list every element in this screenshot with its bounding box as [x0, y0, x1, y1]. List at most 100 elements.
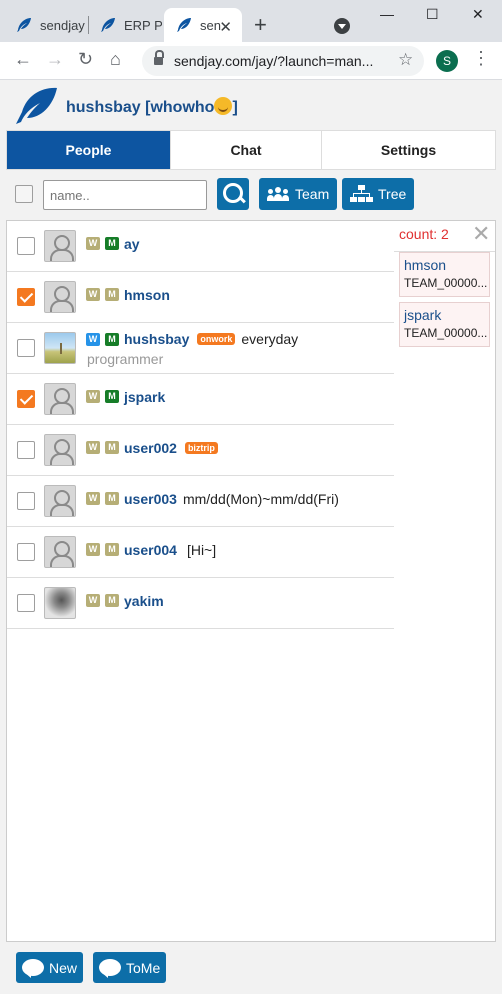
avatar[interactable]	[44, 536, 76, 568]
more-menu-icon[interactable]: ⋮	[472, 48, 490, 69]
user-title: hushsbay [whowho]	[66, 97, 238, 116]
new-chat-button[interactable]: New	[16, 952, 84, 983]
mobile-badge: M	[105, 333, 119, 346]
list-item[interactable]: W M hushsbay onwork everyday programmer	[7, 323, 394, 374]
row-checkbox[interactable]	[17, 339, 35, 357]
tree-button[interactable]: Tree	[342, 178, 415, 210]
status-badges: W M	[86, 390, 124, 403]
row-checkbox[interactable]	[17, 492, 35, 510]
avatar[interactable]	[44, 383, 76, 415]
list-item[interactable]: W M jspark	[7, 374, 394, 425]
row-checkbox[interactable]	[17, 390, 35, 408]
status-message: [Hi~]	[186, 542, 217, 558]
list-item[interactable]: W M ay	[7, 221, 394, 272]
app-header: hushsbay [whowho]	[0, 80, 502, 130]
user-name[interactable]: jspark	[124, 389, 165, 405]
web-badge: W	[86, 288, 100, 301]
status-message: everyday	[241, 331, 299, 347]
chat-bubble-icon	[22, 959, 44, 978]
browser-tab-1[interactable]: sendjay	[4, 8, 88, 42]
tab-people[interactable]: People	[7, 131, 171, 169]
web-badge: W	[86, 594, 100, 607]
avatar[interactable]	[44, 485, 76, 517]
web-badge: W	[86, 333, 100, 346]
new-tab-icon[interactable]: +	[254, 12, 267, 38]
avatar[interactable]	[44, 281, 76, 313]
back-icon[interactable]: ←	[14, 49, 32, 70]
reload-icon[interactable]: ↻	[78, 49, 93, 70]
browser-tab-title: ERP Po	[124, 17, 162, 33]
tome-button[interactable]: ToMe	[93, 952, 167, 983]
select-all-checkbox[interactable]	[15, 185, 33, 203]
url-text: sendjay.com/jay/?launch=man...	[174, 53, 374, 69]
chat-bubble-icon	[99, 959, 121, 978]
feather-logo-icon	[16, 87, 57, 124]
forward-icon[interactable]: →	[46, 49, 64, 70]
bookmark-star-icon[interactable]: ☆	[398, 50, 413, 70]
list-item[interactable]: W M hmson	[7, 272, 394, 323]
row-checkbox[interactable]	[17, 288, 35, 306]
search-button[interactable]	[217, 178, 249, 210]
list-item[interactable]: W M user004 [Hi~]	[7, 527, 394, 578]
tab-search-icon[interactable]	[334, 18, 350, 34]
avatar[interactable]	[44, 332, 76, 364]
avatar[interactable]	[44, 230, 76, 262]
user-name[interactable]: user003 mm/dd(Mon)~mm/dd(Fri)	[124, 491, 339, 507]
user-name[interactable]: yakim	[124, 593, 164, 609]
user-name-text: hushsbay	[124, 331, 190, 347]
avatar[interactable]	[44, 434, 76, 466]
tome-label: ToMe	[126, 959, 161, 976]
selected-count: count: 2	[399, 226, 449, 242]
app-root: hushsbay [whowho] People Chat Settings T…	[0, 80, 502, 994]
list-item[interactable]: W M yakim	[7, 578, 394, 629]
tab-settings[interactable]: Settings	[322, 131, 495, 169]
user-name[interactable]: hmson	[124, 287, 170, 303]
user-name[interactable]: user002 biztrip	[124, 440, 218, 456]
row-checkbox[interactable]	[17, 237, 35, 255]
row-checkbox[interactable]	[17, 441, 35, 459]
selected-user-card[interactable]: hmson TEAM_00000...	[399, 252, 490, 297]
profile-avatar[interactable]: S	[436, 50, 458, 72]
mobile-badge: M	[105, 288, 119, 301]
row-checkbox[interactable]	[17, 594, 35, 612]
selected-user-card[interactable]: jspark TEAM_00000...	[399, 302, 490, 347]
user-name[interactable]: ay	[124, 236, 140, 252]
list-item[interactable]: W M user002 biztrip	[7, 425, 394, 476]
name-search-input[interactable]	[43, 180, 207, 210]
browser-tabstrip: sendjay ERP Po sen ✕ + — ☐ ✕	[0, 0, 502, 42]
minimize-icon[interactable]: —	[380, 6, 394, 22]
mobile-badge: M	[105, 492, 119, 505]
address-bar[interactable]: sendjay.com/jay/?launch=man... ☆	[142, 46, 424, 76]
status-badges: W M	[86, 441, 124, 454]
home-icon[interactable]: ⌂	[110, 49, 121, 70]
user-name-text: user002	[124, 440, 177, 456]
web-badge: W	[86, 543, 100, 556]
mobile-badge: M	[105, 594, 119, 607]
browser-tab-2[interactable]: ERP Po	[88, 8, 162, 42]
feather-icon	[17, 18, 31, 32]
user-name[interactable]: user004 [Hi~]	[124, 542, 216, 558]
browser-toolbar: ← → ↻ ⌂ sendjay.com/jay/?launch=man... ☆…	[0, 42, 502, 80]
avatar[interactable]	[44, 587, 76, 619]
browser-tab-3-active[interactable]: sen ✕	[164, 8, 242, 42]
list-item[interactable]: W M user003 mm/dd(Mon)~mm/dd(Fri)	[7, 476, 394, 527]
tree-button-label: Tree	[378, 186, 407, 202]
maximize-icon[interactable]: ☐	[426, 6, 439, 23]
close-icon[interactable]: ✕	[219, 18, 232, 36]
web-badge: W	[86, 237, 100, 250]
tree-icon	[350, 185, 373, 203]
user-title-text: hushsbay [whowho	[66, 99, 215, 116]
team-button[interactable]: Team	[259, 178, 338, 210]
row-checkbox[interactable]	[17, 543, 35, 561]
status-badges: W M	[86, 594, 124, 607]
user-name-text: yakim	[124, 593, 164, 609]
user-name[interactable]: hushsbay onwork everyday	[124, 331, 298, 347]
close-icon[interactable]: ✕	[472, 221, 490, 247]
status-badges: W M	[86, 543, 124, 556]
status-badges: W M	[86, 288, 124, 301]
feather-icon	[101, 18, 115, 32]
tab-chat[interactable]: Chat	[171, 131, 322, 169]
user-name-text: jspark	[124, 389, 166, 405]
window-close-icon[interactable]: ✕	[472, 6, 484, 23]
selected-user-name: hmson	[404, 257, 447, 273]
